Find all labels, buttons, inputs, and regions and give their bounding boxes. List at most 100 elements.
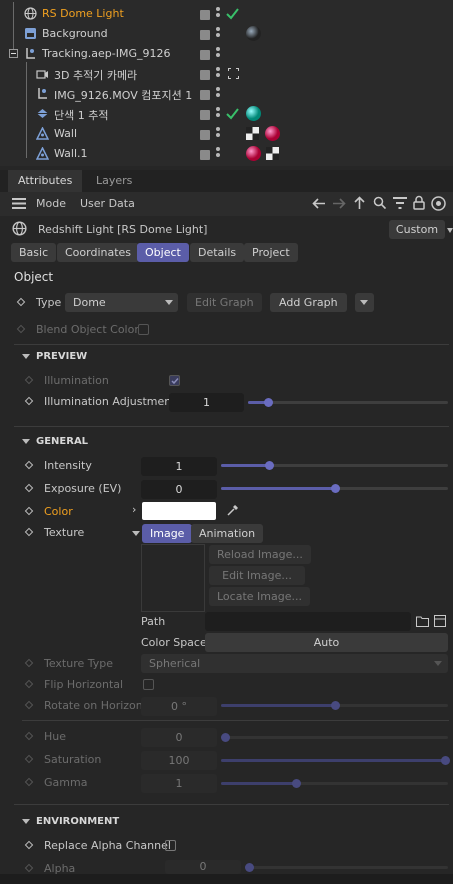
replace-alpha-checkbox[interactable] xyxy=(165,840,176,851)
slider-knob[interactable] xyxy=(245,863,254,872)
keyframe-diamond-icon[interactable] xyxy=(24,700,34,710)
color-swatch[interactable] xyxy=(142,502,216,520)
illumination-checkbox[interactable] xyxy=(169,375,180,386)
visibility-dots-icon[interactable] xyxy=(216,47,220,61)
keyframe-diamond-icon[interactable] xyxy=(24,527,34,537)
object-row-background[interactable]: Background xyxy=(0,24,453,44)
illumination-adjustment-slider[interactable] xyxy=(248,398,448,407)
hue-slider[interactable] xyxy=(221,733,448,742)
material-tag-icon[interactable] xyxy=(245,145,262,162)
general-section-title[interactable]: GENERAL xyxy=(36,436,88,447)
visibility-dots-icon[interactable] xyxy=(216,127,220,141)
object-row-camera[interactable]: 3D 추적기 카메라 xyxy=(0,64,453,84)
section-collapse-icon[interactable] xyxy=(22,354,30,359)
collapse-icon[interactable] xyxy=(9,49,18,58)
preset-dropdown-arrow-icon[interactable] xyxy=(447,228,453,233)
keyframe-diamond-icon[interactable] xyxy=(16,297,26,307)
layer-toggle-icon[interactable] xyxy=(200,130,210,140)
target-icon[interactable] xyxy=(431,196,446,211)
locate-image-button[interactable]: Locate Image... xyxy=(209,587,310,606)
visibility-dots-icon[interactable] xyxy=(216,67,220,81)
lock-icon[interactable] xyxy=(413,195,425,210)
layer-toggle-icon[interactable] xyxy=(200,110,210,120)
flip-horizontal-checkbox[interactable] xyxy=(143,679,154,690)
keyframe-diamond-icon[interactable] xyxy=(24,375,34,385)
tab-layers[interactable]: Layers xyxy=(86,170,142,192)
keyframe-diamond-icon[interactable] xyxy=(24,658,34,668)
slider-knob[interactable] xyxy=(441,756,450,765)
graph-options-button[interactable] xyxy=(355,293,374,312)
keyframe-diamond-icon[interactable] xyxy=(24,863,34,873)
material-tag-icon[interactable] xyxy=(245,105,262,122)
layer-toggle-icon[interactable] xyxy=(200,70,210,80)
object-row-tracking[interactable]: Tracking.aep-IMG_9126 xyxy=(0,44,453,64)
checkmark-icon[interactable] xyxy=(226,107,239,120)
layer-toggle-icon[interactable] xyxy=(200,10,210,20)
preview-section-title[interactable]: PREVIEW xyxy=(36,351,87,362)
slider-knob[interactable] xyxy=(264,398,273,407)
checker-tag-icon[interactable] xyxy=(266,147,279,160)
saturation-slider[interactable] xyxy=(221,756,450,765)
gamma-field[interactable]: 1 xyxy=(141,774,217,793)
material-tag-icon[interactable] xyxy=(264,125,281,142)
texture-tab-animation[interactable]: Animation xyxy=(191,524,264,543)
intensity-field[interactable]: 1 xyxy=(141,457,217,476)
slider-knob[interactable] xyxy=(331,484,340,493)
keyframe-diamond-icon[interactable] xyxy=(24,777,34,787)
slider-knob[interactable] xyxy=(265,461,274,470)
search-icon[interactable] xyxy=(373,196,386,210)
slider-knob[interactable] xyxy=(292,779,301,788)
chevron-right-icon[interactable]: › xyxy=(132,503,136,516)
slider-knob[interactable] xyxy=(221,733,230,742)
target-tag-icon[interactable] xyxy=(228,68,239,79)
archive-icon[interactable] xyxy=(434,615,446,627)
visibility-dots-icon[interactable] xyxy=(216,107,220,121)
layer-toggle-icon[interactable] xyxy=(200,150,210,160)
keyframe-diamond-icon[interactable] xyxy=(24,731,34,741)
alpha-slider[interactable] xyxy=(245,863,448,872)
keyframe-diamond-icon[interactable] xyxy=(16,324,26,334)
type-dropdown[interactable]: Dome xyxy=(65,293,178,312)
color-space-dropdown[interactable]: Auto xyxy=(205,633,448,652)
keyframe-diamond-icon[interactable] xyxy=(24,679,34,689)
texture-tab-image[interactable]: Image xyxy=(142,524,193,543)
keyframe-diamond-icon[interactable] xyxy=(24,506,34,516)
visibility-dots-icon[interactable] xyxy=(216,87,220,101)
tab-attributes[interactable]: Attributes xyxy=(8,170,83,192)
keyframe-diamond-icon[interactable] xyxy=(24,396,34,406)
edit-graph-button[interactable]: Edit Graph xyxy=(187,293,262,312)
eyedropper-icon[interactable] xyxy=(226,503,240,517)
environment-section-title[interactable]: ENVIRONMENT xyxy=(36,816,119,827)
back-arrow-icon[interactable] xyxy=(312,197,326,210)
texture-type-dropdown[interactable]: Spherical xyxy=(141,654,448,673)
tab-coordinates[interactable]: Coordinates xyxy=(57,243,140,262)
section-collapse-icon[interactable] xyxy=(22,819,30,824)
gamma-slider[interactable] xyxy=(221,779,448,788)
object-row-solid[interactable]: 단색 1 추적 xyxy=(0,104,453,124)
path-input[interactable] xyxy=(205,612,411,631)
keyframe-diamond-icon[interactable] xyxy=(24,754,34,764)
object-row-wall-1[interactable]: Wall.1 xyxy=(0,144,453,164)
visibility-dots-icon[interactable] xyxy=(216,147,220,161)
filter-icon[interactable] xyxy=(393,197,407,209)
blend-object-color-checkbox[interactable] xyxy=(138,324,149,335)
tab-project[interactable]: Project xyxy=(244,243,298,262)
chevron-down-icon[interactable] xyxy=(132,531,140,536)
edit-image-button[interactable]: Edit Image... xyxy=(209,566,305,585)
keyframe-diamond-icon[interactable] xyxy=(24,460,34,470)
section-collapse-icon[interactable] xyxy=(22,439,30,444)
tab-basic[interactable]: Basic xyxy=(11,243,57,262)
layer-toggle-icon[interactable] xyxy=(200,30,210,40)
keyframe-diamond-icon[interactable] xyxy=(24,840,34,850)
exposure-field[interactable]: 0 xyxy=(141,480,217,499)
visibility-dots-icon[interactable] xyxy=(216,27,220,41)
tab-object[interactable]: Object xyxy=(137,243,189,262)
slider-knob[interactable] xyxy=(331,701,340,710)
alpha-field[interactable]: 0 xyxy=(165,860,241,874)
reload-image-button[interactable]: Reload Image... xyxy=(209,545,311,564)
rotate-field[interactable]: 0 ° xyxy=(141,697,217,716)
object-row-rs-dome-light[interactable]: RS Dome Light xyxy=(0,4,453,24)
user-data-menu[interactable]: User Data xyxy=(80,197,135,210)
object-row-composition[interactable]: IMG_9126.MOV 컴포지션 1 xyxy=(0,84,453,104)
folder-icon[interactable] xyxy=(416,615,429,627)
